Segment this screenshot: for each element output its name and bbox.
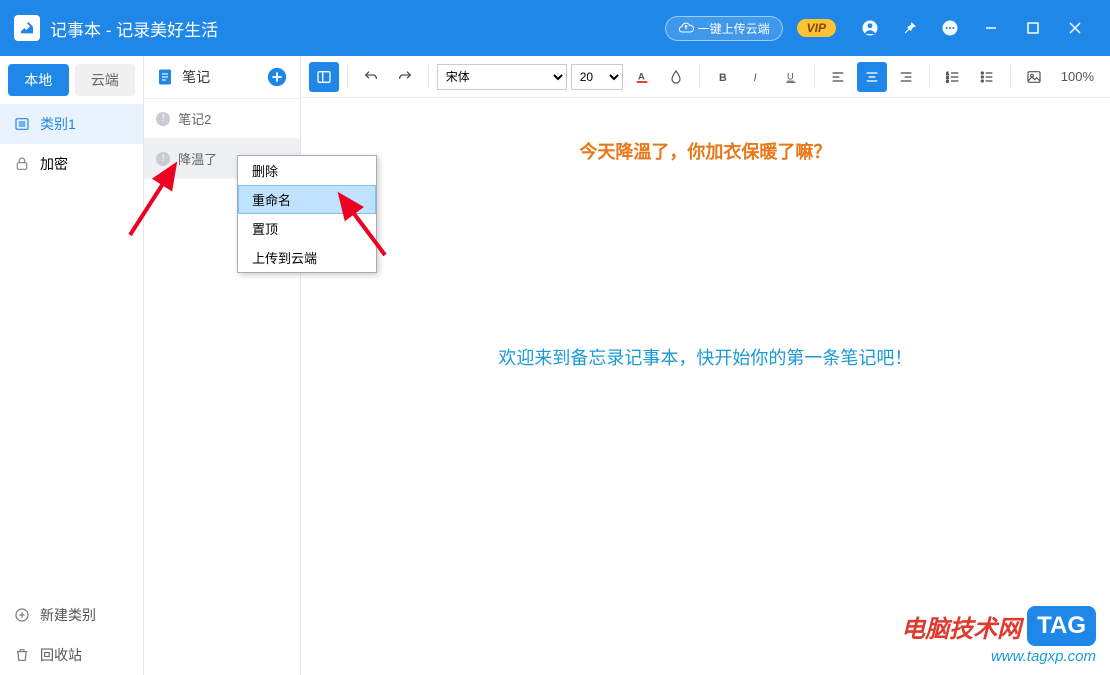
note-item-label: 降温了 [178,149,217,168]
info-dot-icon: ! [156,112,170,126]
zoom-level[interactable]: 100% [1053,69,1102,84]
document-icon [156,68,174,86]
content-line-1: 今天降溫了，你加衣保暖了嘛？ [321,138,1090,164]
align-left-button[interactable] [823,62,853,92]
svg-text:3: 3 [946,78,949,83]
highlight-button[interactable] [661,62,691,92]
content-line-2: 欢迎来到备忘录记事本，快开始你的第一条笔记吧！ [321,344,1090,370]
main: 本地 云端 类别1 加密 新建类别 回收站 笔记 ! 笔记2 [0,56,1110,675]
svg-text:I: I [753,72,756,84]
close-button[interactable] [1054,0,1096,56]
watermark-url: www.tagxp.com [901,648,1096,665]
tab-cloud[interactable]: 云端 [75,64,136,96]
align-center-button[interactable] [857,62,887,92]
upload-cloud-button[interactable]: 一键上传云端 [665,16,783,41]
svg-text:A: A [638,71,645,81]
sidebar-item-label: 加密 [40,154,68,174]
list-icon [14,116,30,132]
undo-button[interactable] [356,62,386,92]
user-icon[interactable] [856,14,884,42]
sidebar-item-encrypt[interactable]: 加密 [0,144,143,184]
italic-button[interactable]: I [742,62,772,92]
more-icon[interactable] [936,14,964,42]
ctx-rename[interactable]: 重命名 [238,185,376,214]
titlebar: 记事本 - 记录美好生活 一键上传云端 VIP [0,0,1110,56]
vip-badge[interactable]: VIP [797,19,836,37]
notes-header: 笔记 [144,56,300,99]
unordered-list-button[interactable] [972,62,1002,92]
sidebar-item-category1[interactable]: 类别1 [0,104,143,144]
editor-area: 宋体 20 A B I U 123 100% [301,56,1110,675]
note-item[interactable]: ! 笔记2 [144,99,300,139]
recycle-bin-label: 回收站 [40,645,82,665]
redo-button[interactable] [390,62,420,92]
new-category-button[interactable]: 新建类别 [0,595,143,635]
editor-canvas[interactable]: 今天降溫了，你加衣保暖了嘛？ 欢迎来到备忘录记事本，快开始你的第一条笔记吧！ [301,98,1110,675]
font-size-select[interactable]: 20 [571,64,623,90]
trash-icon [14,647,30,663]
svg-text:U: U [787,71,794,81]
add-note-button[interactable] [266,66,288,88]
sidebar-item-label: 类别1 [40,114,76,134]
svg-text:B: B [719,72,727,84]
note-item-label: 笔记2 [178,109,211,128]
new-category-label: 新建类别 [40,605,96,625]
bold-button[interactable]: B [708,62,738,92]
ctx-upload-cloud[interactable]: 上传到云端 [238,243,376,272]
ctx-delete[interactable]: 删除 [238,156,376,185]
maximize-button[interactable] [1012,0,1054,56]
info-dot-icon: ! [156,152,170,166]
toggle-panel-button[interactable] [309,62,339,92]
storage-tabs: 本地 云端 [0,56,143,104]
minimize-button[interactable] [970,0,1012,56]
notes-header-title: 笔记 [182,67,266,87]
ordered-list-button[interactable]: 123 [938,62,968,92]
lock-icon [14,156,30,172]
watermark: 电脑技术网 TAG www.tagxp.com [901,606,1096,665]
underline-button[interactable]: U [776,62,806,92]
tab-local[interactable]: 本地 [8,64,69,96]
sidebar-notes: 笔记 ! 笔记2 ! 降温了 [144,56,301,675]
ctx-pin[interactable]: 置顶 [238,214,376,243]
watermark-tag: TAG [1027,606,1096,646]
upload-cloud-label: 一键上传云端 [698,20,770,37]
sidebar-categories: 本地 云端 类别1 加密 新建类别 回收站 [0,56,144,675]
app-title: 记事本 - 记录美好生活 [50,16,218,41]
app-icon [14,15,40,41]
plus-circle-icon [14,607,30,623]
editor-toolbar: 宋体 20 A B I U 123 100% [301,56,1110,98]
watermark-text: 电脑技术网 [901,609,1021,644]
font-family-select[interactable]: 宋体 [437,64,567,90]
align-right-button[interactable] [891,62,921,92]
pin-icon[interactable] [896,14,924,42]
font-color-button[interactable]: A [627,62,657,92]
recycle-bin-button[interactable]: 回收站 [0,635,143,675]
image-button[interactable] [1019,62,1049,92]
context-menu: 删除 重命名 置顶 上传到云端 [237,155,377,273]
